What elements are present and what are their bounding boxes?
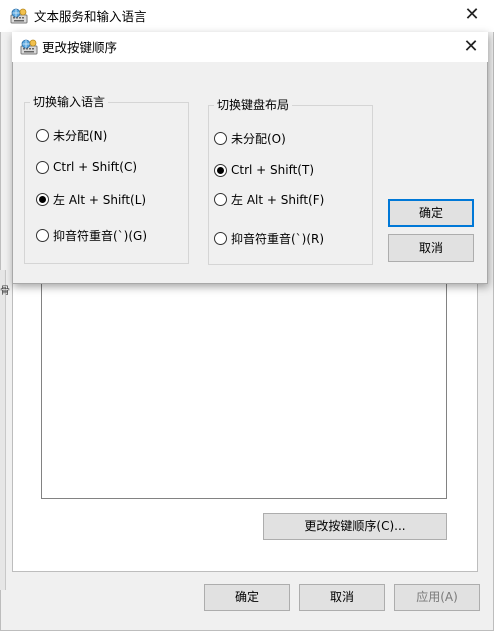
change-key-sequence-button[interactable]: 更改按键顺序(C)... [263, 513, 447, 540]
radio-lang-grave[interactable]: 抑音符重音(`)(G) [36, 226, 147, 244]
radio-layout-grave[interactable]: 抑音符重音(`)(R) [214, 229, 324, 247]
radio-lang-left-alt-shift-circle[interactable] [36, 192, 49, 206]
left-edge-strip [0, 270, 6, 590]
keyboard-layout-group-title: 切换键盘布局 [214, 98, 293, 112]
left-edge-glyph: 骨 [0, 286, 10, 297]
outer-cancel-button[interactable]: 取消 [299, 584, 385, 611]
dialog-ok-button[interactable]: 确定 [388, 199, 474, 227]
radio-lang-ctrl-shift[interactable]: Ctrl + Shift(C) [36, 158, 137, 176]
outer-window-title: 文本服务和输入语言 [34, 9, 147, 24]
dialog-cancel-button[interactable]: 取消 [388, 234, 474, 262]
radio-lang-unassigned[interactable]: 未分配(N) [36, 126, 107, 144]
outer-close-button[interactable]: ✕ [457, 0, 487, 30]
radio-lang-left-alt-shift[interactable]: 左 Alt + Shift(L) [36, 190, 146, 208]
radio-layout-left-alt-shift[interactable]: 左 Alt + Shift(F) [214, 190, 324, 208]
radio-lang-left-alt-shift-label: 左 Alt + Shift(L) [53, 192, 147, 207]
radio-layout-unassigned-circle[interactable] [214, 131, 227, 145]
keyboard-globe-icon [10, 8, 28, 24]
radio-lang-ctrl-shift-circle[interactable] [36, 160, 49, 174]
radio-layout-grave-circle[interactable] [214, 231, 227, 245]
radio-lang-grave-circle[interactable] [36, 228, 49, 242]
radio-layout-ctrl-shift-circle[interactable] [214, 163, 227, 177]
close-icon: ✕ [464, 4, 480, 25]
radio-layout-unassigned-label: 未分配(O) [231, 131, 286, 146]
radio-lang-unassigned-label: 未分配(N) [53, 128, 108, 143]
radio-layout-ctrl-shift-label: Ctrl + Shift(T) [231, 163, 315, 177]
outer-titlebar[interactable]: 文本服务和输入语言 ✕ [0, 0, 494, 32]
radio-lang-ctrl-shift-label: Ctrl + Shift(C) [53, 160, 138, 174]
radio-lang-grave-label: 抑音符重音(`)(G) [53, 228, 148, 243]
keyboard-globe-icon [20, 39, 38, 55]
radio-layout-left-alt-shift-label: 左 Alt + Shift(F) [231, 192, 325, 207]
radio-layout-unassigned[interactable]: 未分配(O) [214, 129, 286, 147]
dialog-titlebar[interactable]: 更改按键顺序 ✕ [12, 32, 488, 62]
outer-apply-button[interactable]: 应用(A) [394, 584, 480, 611]
dialog-close-button[interactable]: ✕ [456, 32, 486, 62]
installed-services-list[interactable] [41, 282, 447, 499]
radio-layout-ctrl-shift[interactable]: Ctrl + Shift(T) [214, 161, 314, 179]
outer-ok-button[interactable]: 确定 [204, 584, 290, 611]
radio-layout-grave-label: 抑音符重音(`)(R) [231, 231, 325, 246]
radio-layout-left-alt-shift-circle[interactable] [214, 192, 227, 206]
dialog-title: 更改按键顺序 [42, 40, 118, 55]
radio-lang-unassigned-circle[interactable] [36, 128, 49, 142]
close-icon: ✕ [463, 36, 479, 57]
input-language-group-title: 切换输入语言 [30, 95, 109, 109]
